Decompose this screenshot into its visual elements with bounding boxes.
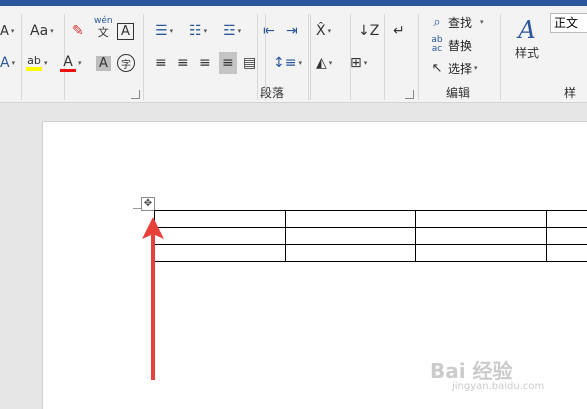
distributed-icon[interactable]: ▤ xyxy=(243,52,256,74)
char-shading-label: A xyxy=(96,56,111,71)
separator xyxy=(308,14,309,100)
separator xyxy=(21,14,22,100)
arrow-shape xyxy=(142,217,164,380)
font-dialog-launcher[interactable] xyxy=(131,90,140,99)
phonetic-guide-button[interactable]: wén 文 xyxy=(94,16,113,38)
table-cell[interactable] xyxy=(416,211,547,228)
styles-button[interactable]: A 样式 xyxy=(515,16,539,66)
phonetic-bottom-text: 文 xyxy=(98,27,109,38)
font-color-label: A xyxy=(63,55,73,69)
sort-icon[interactable]: ↓Z xyxy=(358,20,379,42)
table-cell[interactable] xyxy=(155,228,286,245)
borders-icon[interactable]: ⊞▾ xyxy=(350,52,367,74)
styles-button-label: 样式 xyxy=(515,44,539,61)
separator xyxy=(257,14,258,100)
shading-icon[interactable]: ◭▾ xyxy=(316,52,332,74)
change-case-button[interactable]: Aa▾ xyxy=(30,20,54,42)
select-button[interactable]: ↖ 选择 ▾ xyxy=(430,58,478,78)
char-shading-button[interactable]: A xyxy=(96,52,111,74)
text-effects-icon[interactable]: A▾ xyxy=(0,52,15,74)
align-right-icon[interactable]: ≡ xyxy=(199,52,211,74)
separator xyxy=(418,14,419,100)
table[interactable] xyxy=(154,210,587,262)
paragraph-group-label: 段落 xyxy=(260,84,284,101)
font-color-bar xyxy=(60,69,76,72)
table-row xyxy=(155,211,587,228)
table-row xyxy=(155,228,587,245)
increase-indent-icon[interactable]: ⇥ xyxy=(286,20,298,42)
separator xyxy=(310,14,311,100)
enclose-char-label: 字 xyxy=(117,54,135,72)
highlight-label: ab xyxy=(27,55,41,67)
show-marks-icon[interactable]: ↵ xyxy=(393,20,405,42)
table-row xyxy=(155,245,587,262)
justify-icon[interactable]: ≡ xyxy=(219,52,237,74)
separator xyxy=(384,14,385,100)
cursor-icon: ↖ xyxy=(430,61,444,76)
ribbon: A▾ Aa▾ ✎ wén 文 A A▾ ab ▾ A ▾ A 字 ☰▾ ☷▾ ☲… xyxy=(0,6,587,103)
watermark: Bai 经验 xyxy=(430,355,513,384)
chinese-layout-icon[interactable]: X̂▾ xyxy=(316,20,331,42)
align-center-icon[interactable]: ≡ xyxy=(177,52,189,74)
replace-button[interactable]: abac 替换 xyxy=(430,35,472,55)
table-cell[interactable] xyxy=(416,245,547,262)
table-corner-mark xyxy=(133,208,141,209)
replace-label: 替换 xyxy=(448,37,472,54)
editing-group-label: 编辑 xyxy=(446,84,470,101)
change-case-label: Aa xyxy=(30,23,48,39)
table-cell[interactable] xyxy=(285,245,416,262)
replace-icon: abac xyxy=(430,36,444,54)
find-icon: ⌕ xyxy=(430,15,444,30)
select-label: 选择 xyxy=(448,60,472,77)
table-cell[interactable] xyxy=(155,211,286,228)
styles-icon: A xyxy=(518,16,535,44)
table-cell[interactable] xyxy=(155,245,286,262)
numbering-icon[interactable]: ☷▾ xyxy=(189,20,207,42)
table-cell[interactable] xyxy=(547,211,587,228)
align-left-icon[interactable]: ≡ xyxy=(155,52,167,74)
char-border-button[interactable]: A xyxy=(117,20,134,42)
grow-font-label: A xyxy=(0,24,9,39)
watermark-url: jingyan.baidu.com xyxy=(452,381,544,392)
grow-font-button[interactable]: A▾ xyxy=(0,20,14,42)
paragraph-dialog-launcher[interactable] xyxy=(405,90,414,99)
multilevel-list-icon[interactable]: ☲▾ xyxy=(223,20,241,42)
table-cell[interactable] xyxy=(285,211,416,228)
enclose-char-button[interactable]: 字 xyxy=(117,52,135,74)
highlight-color-bar xyxy=(26,67,42,71)
table-cell[interactable] xyxy=(547,245,587,262)
find-label: 查找 xyxy=(448,14,472,31)
find-button[interactable]: ⌕ 查找 ▾ xyxy=(430,12,484,32)
clear-format-icon[interactable]: ✎ xyxy=(72,20,84,42)
red-arrow-annotation xyxy=(140,215,166,385)
font-color-button[interactable]: A ▾ xyxy=(60,52,82,74)
table-cell[interactable] xyxy=(547,228,587,245)
highlight-button[interactable]: ab ▾ xyxy=(26,52,48,74)
table-cell[interactable] xyxy=(285,228,416,245)
separator xyxy=(500,14,501,100)
table-move-handle-icon[interactable]: ✥ xyxy=(141,197,155,211)
bullets-icon[interactable]: ☰▾ xyxy=(155,20,173,42)
table-cell[interactable] xyxy=(416,228,547,245)
separator xyxy=(143,14,144,100)
char-border-label: A xyxy=(117,23,134,40)
style-box[interactable]: 正文 xyxy=(550,13,587,33)
line-spacing-icon[interactable]: ↕≡▾ xyxy=(273,52,302,74)
